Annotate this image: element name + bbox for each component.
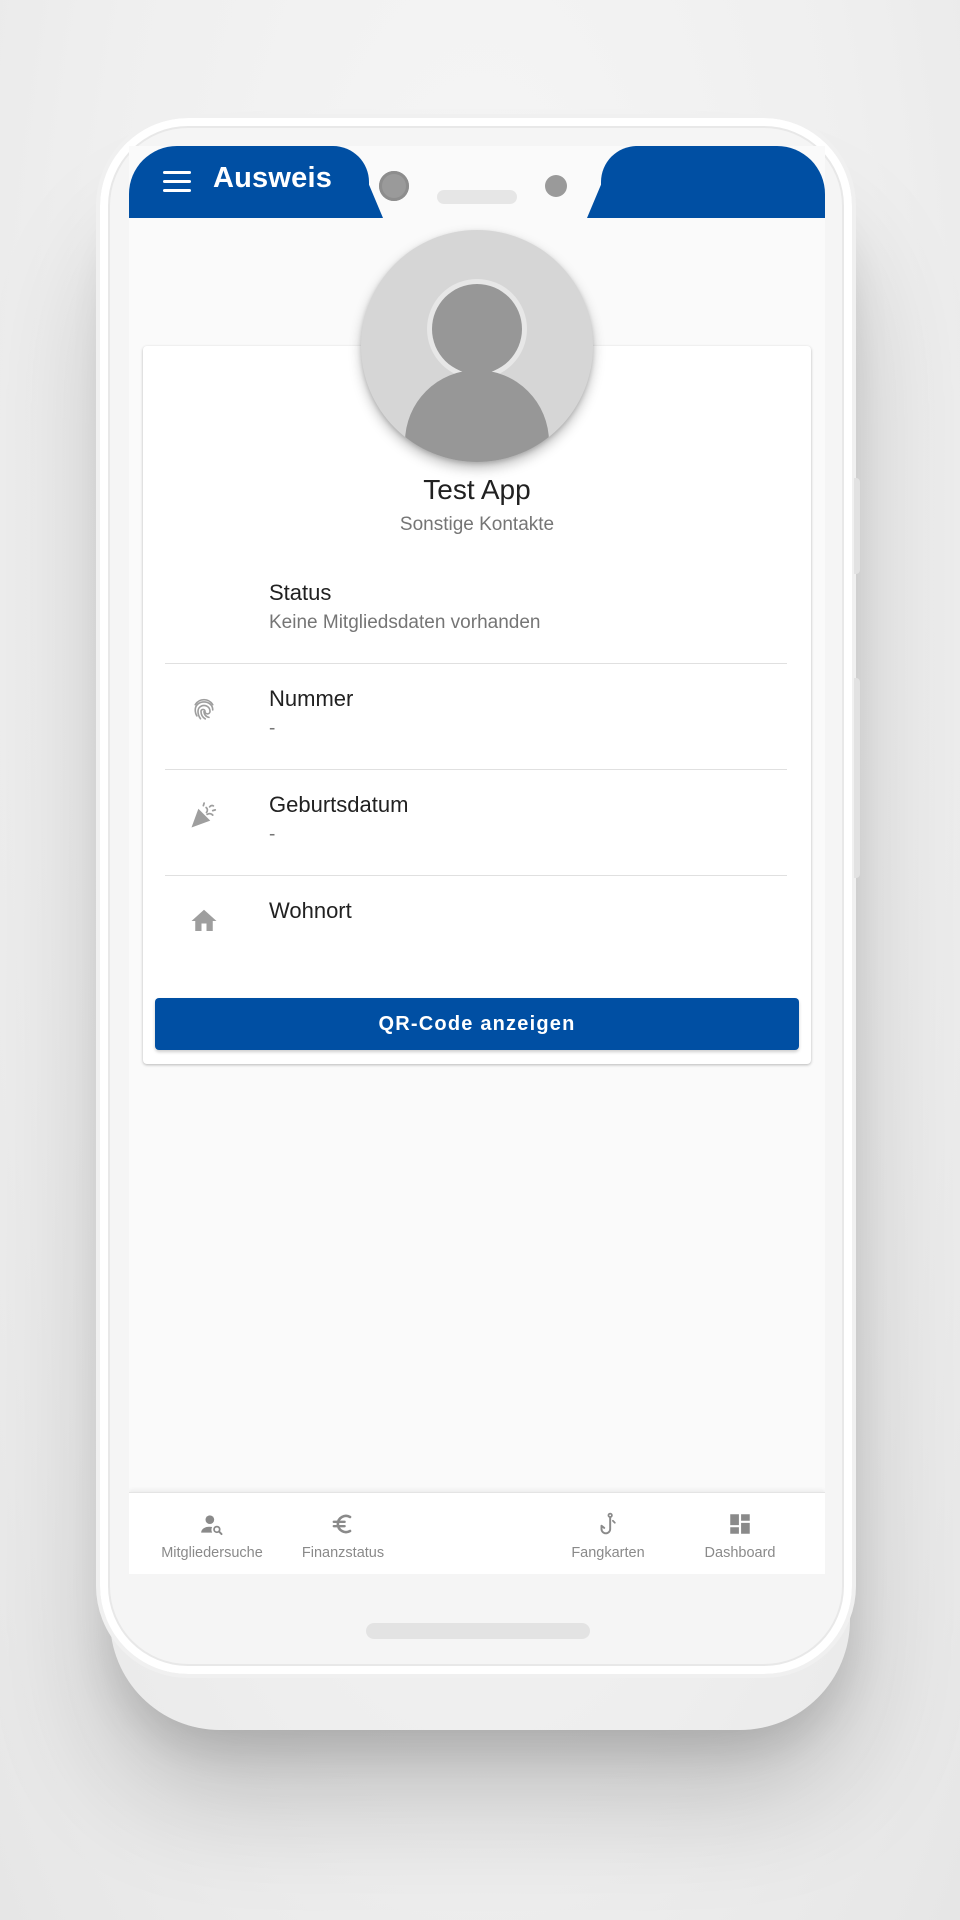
celebration-icon bbox=[191, 802, 217, 828]
avatar bbox=[361, 230, 593, 462]
person-placeholder-icon bbox=[432, 284, 522, 374]
page-title: Ausweis bbox=[213, 162, 333, 194]
fishing-hook-icon bbox=[600, 1512, 616, 1535]
show-qr-code-button[interactable]: QR-Code anzeigen bbox=[155, 998, 799, 1050]
home-icon bbox=[191, 909, 217, 931]
menu-icon[interactable] bbox=[163, 170, 191, 192]
detail-value: - bbox=[269, 824, 276, 845]
front-camera bbox=[379, 171, 409, 201]
detail-label: Geburtsdatum bbox=[269, 792, 409, 817]
app-bar-right bbox=[601, 146, 825, 218]
phone-side-button bbox=[854, 478, 860, 574]
nav-label: Mitgliedersuche bbox=[161, 1545, 263, 1561]
euro-icon bbox=[332, 1514, 352, 1534]
nav-item-fangkarten[interactable]: Fangkarten bbox=[543, 1493, 673, 1574]
nav-item-dashboard[interactable]: Dashboard bbox=[675, 1493, 805, 1574]
bottom-navigation: Mitgliedersuche Finanzstatus Fangkarten … bbox=[129, 1492, 825, 1574]
person-placeholder-body bbox=[405, 370, 549, 462]
dashboard-icon bbox=[730, 1514, 750, 1534]
detail-label: Status bbox=[269, 580, 332, 605]
detail-value: Keine Mitgliedsdaten vorhanden bbox=[269, 612, 541, 633]
profile-subtitle: Sonstige Kontakte bbox=[399, 514, 555, 535]
fingerprint-icon bbox=[194, 698, 214, 720]
detail-row-nummer: Nummer - bbox=[165, 664, 787, 770]
home-indicator bbox=[366, 1623, 590, 1639]
detail-row-geburtsdatum: Geburtsdatum - bbox=[165, 770, 787, 876]
detail-label: Nummer bbox=[269, 686, 354, 711]
nav-label: Finanzstatus bbox=[301, 1545, 385, 1561]
earpiece-speaker bbox=[437, 190, 517, 204]
phone-volume-button bbox=[854, 678, 860, 878]
app-bar: Ausweis bbox=[129, 146, 369, 218]
person-search-icon bbox=[201, 1515, 223, 1536]
nav-item-mitgliedersuche[interactable]: Mitgliedersuche bbox=[147, 1493, 277, 1574]
detail-row-wohnort: Wohnort bbox=[165, 876, 787, 982]
nav-label: Dashboard bbox=[704, 1545, 776, 1561]
app-screen: Ausweis Test App Sonstige Kontakte Statu… bbox=[129, 146, 825, 1574]
proximity-sensor bbox=[545, 175, 567, 197]
profile-name: Test App bbox=[423, 474, 531, 505]
detail-label: Wohnort bbox=[269, 898, 352, 923]
nav-label: Fangkarten bbox=[571, 1545, 645, 1561]
detail-row-status: Status Keine Mitgliedsdaten vorhanden bbox=[165, 558, 787, 664]
nav-item-finanzstatus[interactable]: Finanzstatus bbox=[278, 1493, 408, 1574]
detail-value: - bbox=[269, 718, 276, 739]
